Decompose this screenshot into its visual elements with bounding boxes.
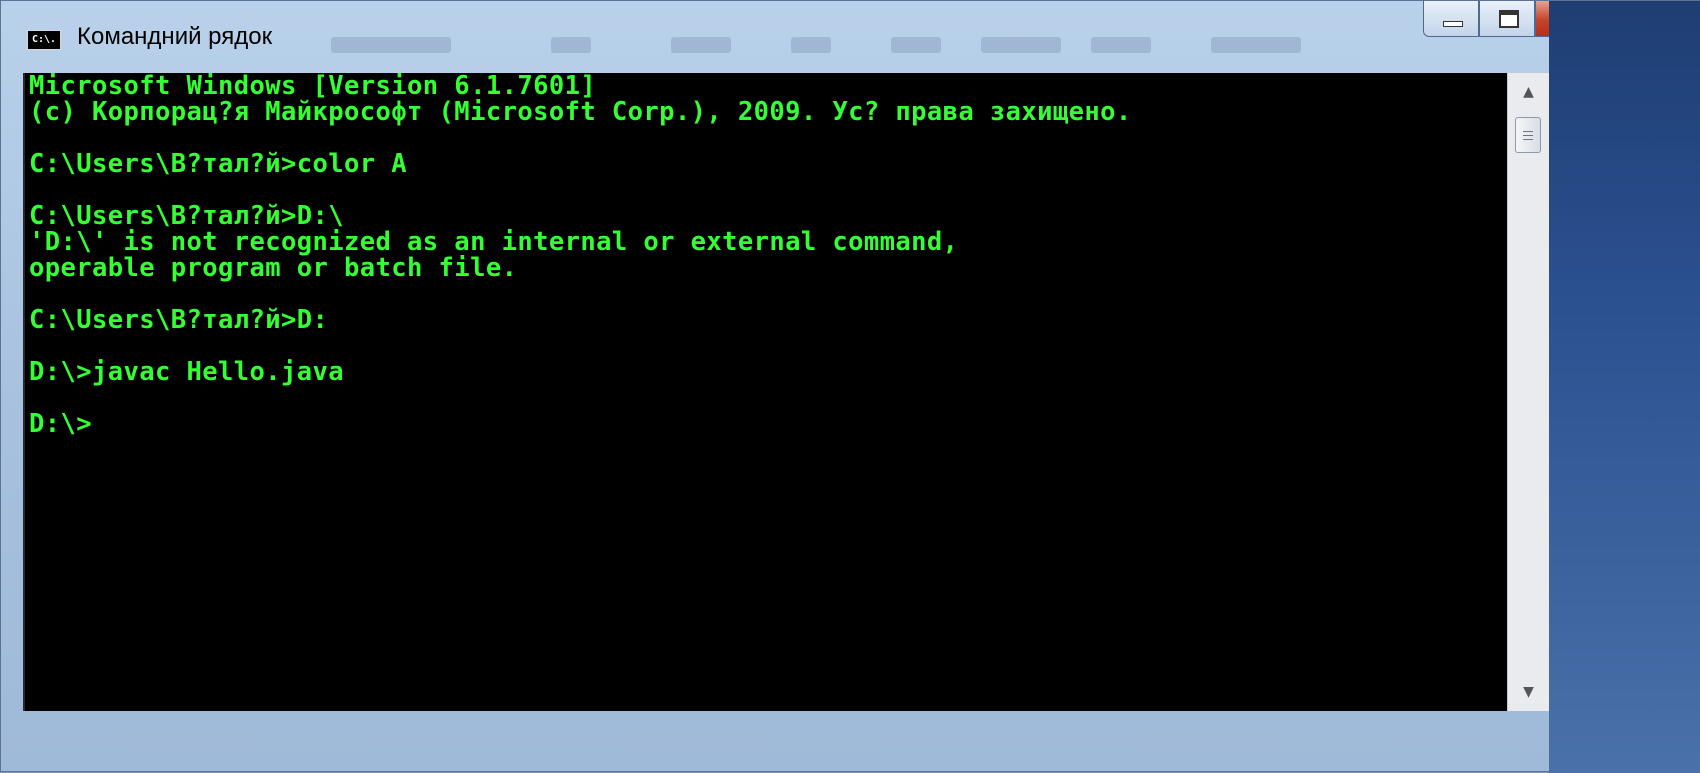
console-line: C:\Users\В?тал?й>D: [29, 305, 329, 335]
desktop-background [1549, 1, 1700, 773]
scrollbar-thumb[interactable] [1515, 117, 1541, 153]
cmd-icon[interactable]: C:\. [27, 30, 61, 50]
console-output[interactable]: Microsoft Windows [Version 6.1.7601] (c) … [23, 73, 1507, 711]
console-line: (c) Корпорац?я Майкрософт (Microsoft Cor… [29, 97, 1132, 127]
title-bar[interactable]: C:\. Командний рядок ✕ [1, 1, 1700, 73]
console-line: C:\Users\В?тал?й>color A [29, 149, 408, 179]
console-line: D:\>javac Hello.java [29, 357, 345, 387]
console-line: Microsoft Windows [Version 6.1.7601] [29, 71, 597, 101]
console-line: operable program or batch file. [29, 253, 518, 283]
vertical-scrollbar[interactable]: ▲ ▼ [1507, 73, 1549, 711]
command-prompt-window: C:\. Командний рядок ✕ Microsoft Window [0, 0, 1700, 773]
console-line: C:\Users\В?тал?й>D:\ [29, 201, 345, 231]
maximize-icon [1499, 10, 1519, 28]
arrow-down-icon[interactable]: ▼ [1508, 673, 1549, 711]
background-blur [331, 31, 1331, 61]
minimize-button[interactable] [1423, 1, 1479, 37]
maximize-button[interactable] [1479, 1, 1535, 37]
window-title: Командний рядок [77, 23, 273, 50]
console-line: 'D:\' is not recognized as an internal o… [29, 227, 959, 257]
arrow-up-icon[interactable]: ▲ [1508, 73, 1549, 111]
console-text: Microsoft Windows [Version 6.1.7601] (c) … [25, 73, 1507, 437]
console-prompt-line: D:\> [29, 409, 93, 439]
minimize-icon [1443, 21, 1463, 27]
